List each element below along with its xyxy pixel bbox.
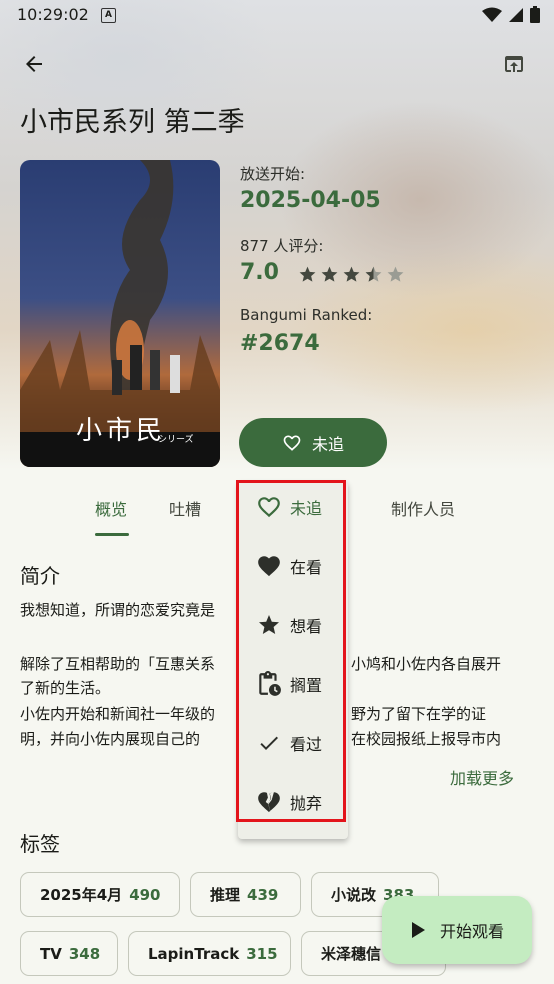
anime-title: 小市民系列 第二季: [20, 107, 245, 138]
rank-label: Bangumi Ranked:: [240, 306, 373, 324]
tab-staff[interactable]: 制作人员: [391, 496, 455, 520]
arrow-back-icon: [26, 56, 42, 72]
signal-icon: [509, 7, 523, 22]
poster-logo: 小市民: [76, 416, 167, 446]
tab-indicator: [95, 533, 129, 536]
air-date-label: 放送开始:: [240, 165, 306, 183]
rank-value: #2674: [240, 331, 320, 356]
star-half-icon: [365, 266, 382, 282]
tag-chip[interactable]: 推理 439: [190, 872, 301, 917]
status-bar: 10:29:02 A: [0, 0, 554, 32]
tab-overview[interactable]: 概览: [95, 496, 127, 520]
tags-heading: 标签: [20, 832, 60, 856]
intro-heading: 简介: [20, 564, 60, 588]
start-watching-label: 开始观看: [439, 922, 504, 941]
open-in-browser-button[interactable]: [494, 44, 534, 84]
rating-count-label: 877 人评分:: [240, 237, 324, 255]
battery-icon: [530, 6, 540, 23]
air-date-value: 2025-04-05: [240, 188, 381, 213]
status-time: 10:29:02: [17, 5, 89, 24]
poster-subtitle: シリーズ: [158, 435, 194, 445]
star-full-icon: [299, 266, 316, 282]
play-icon: [411, 922, 425, 938]
follow-status-label: 未追: [311, 434, 344, 454]
start-watching-button[interactable]: 开始观看: [382, 896, 532, 964]
star-full-icon: [321, 266, 338, 282]
wifi-icon: [482, 7, 502, 22]
back-button[interactable]: [14, 44, 54, 84]
score-value: 7.0: [240, 260, 279, 285]
tag-chip[interactable]: LapinTrack 315: [128, 931, 291, 976]
poster-image[interactable]: 小市民 シリーズ: [20, 160, 220, 467]
tab-comments[interactable]: 吐槽: [169, 496, 201, 520]
follow-status-button[interactable]: 未追: [239, 418, 387, 467]
rating-stars: [298, 265, 405, 284]
heart-outline-icon: [283, 435, 301, 451]
tag-chip[interactable]: TV 348: [20, 931, 118, 976]
highlight-box: [236, 480, 346, 822]
tag-chip[interactable]: 2025年4月 490: [20, 872, 180, 917]
star-empty-icon: [387, 266, 404, 282]
load-more-button[interactable]: 加载更多: [450, 765, 514, 789]
star-full-icon: [343, 266, 360, 282]
notification-a-icon: A: [101, 8, 116, 23]
open-in-browser-icon: [505, 56, 523, 72]
